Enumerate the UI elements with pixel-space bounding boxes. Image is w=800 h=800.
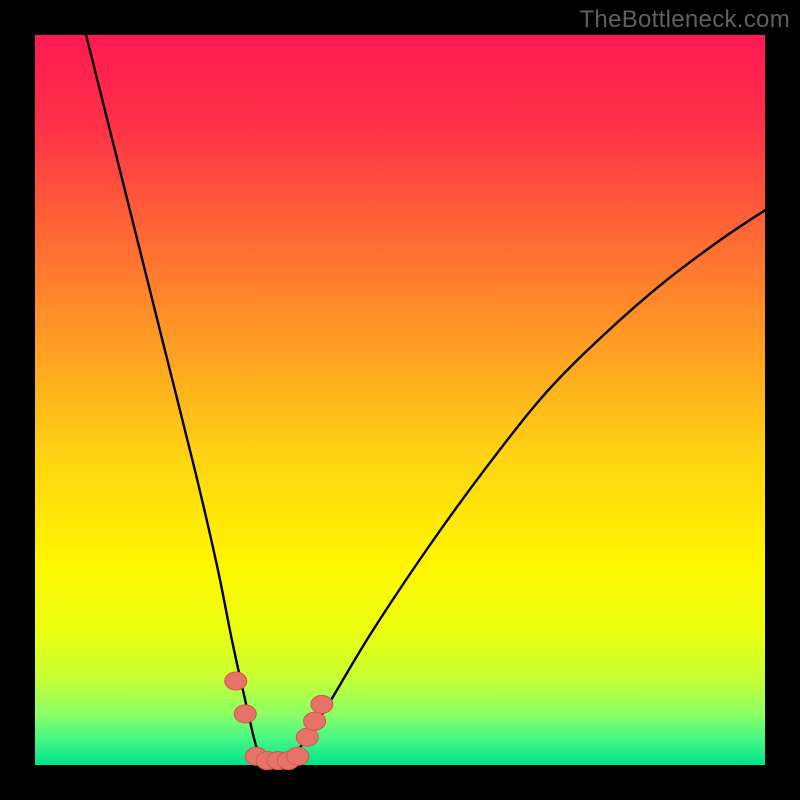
curve-marker bbox=[296, 728, 318, 746]
curve-marker bbox=[311, 695, 333, 713]
curve-marker bbox=[304, 712, 326, 730]
bottleneck-chart bbox=[0, 0, 800, 800]
curve-marker bbox=[287, 747, 309, 765]
plot-background bbox=[35, 35, 765, 765]
watermark-text: TheBottleneck.com bbox=[579, 6, 790, 34]
chart-root: TheBottleneck.com bbox=[0, 0, 800, 800]
curve-marker bbox=[225, 672, 247, 690]
curve-marker bbox=[234, 705, 256, 723]
